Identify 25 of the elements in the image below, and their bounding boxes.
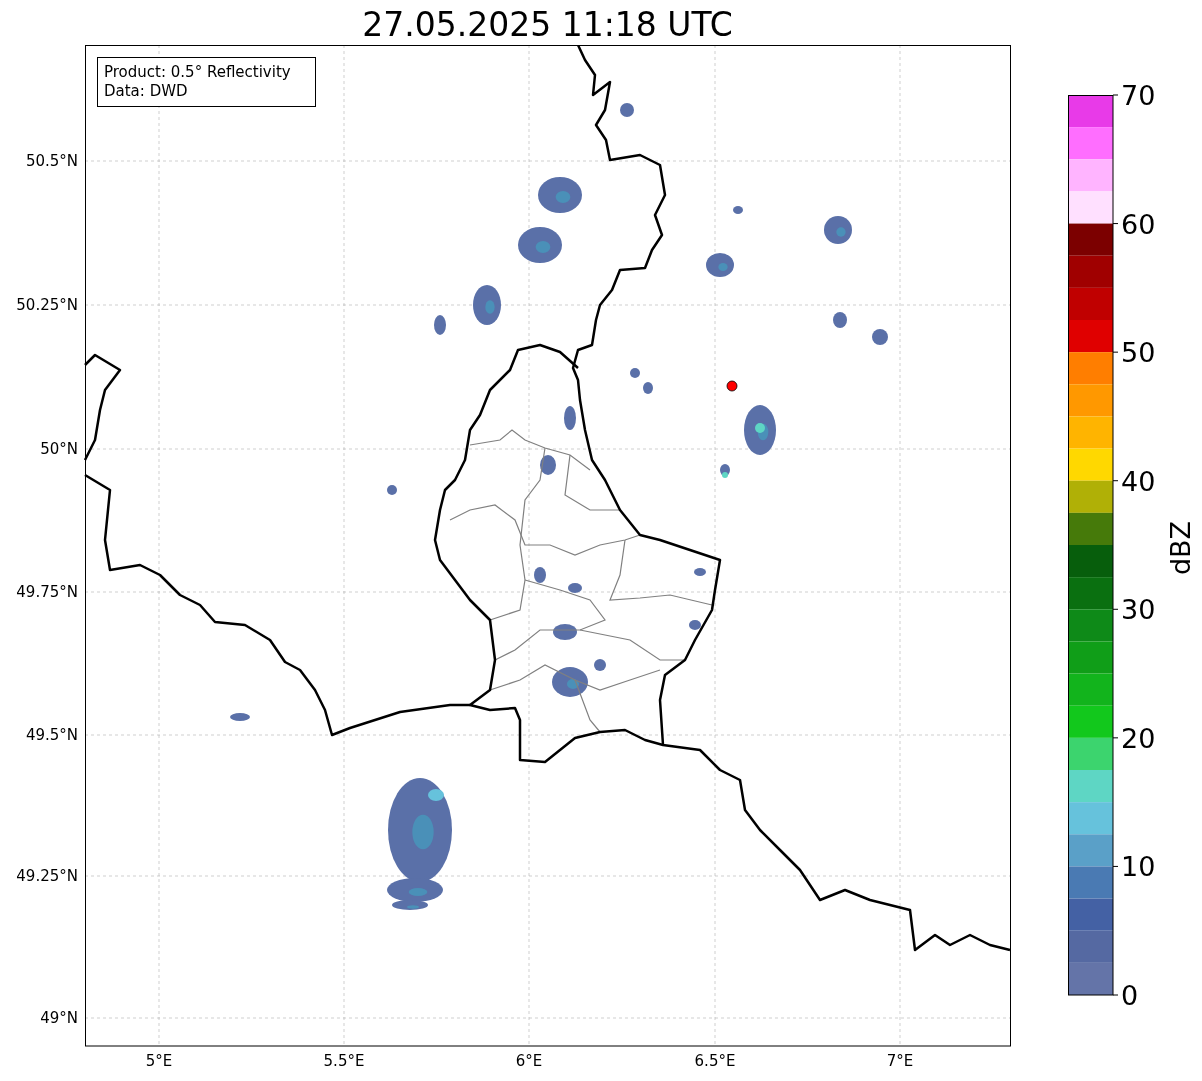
colorbar-label: dBZ [1165,520,1196,576]
latitude-label: 49.5°N [25,726,78,744]
info-text: Data: DWD [104,82,188,100]
colorbar-tick-label: 40 [1121,465,1156,497]
longitude-label: 6°E [515,1052,543,1070]
colorbar-tick-label: 60 [1121,208,1156,240]
latitude-label: 50.25°N [16,296,78,314]
colorbar-tick-label: 0 [1121,980,1139,1011]
colorbar-tick-label: 30 [1121,594,1156,626]
colorbar-tick-label: 50 [1121,337,1156,369]
longitude-label: 5.5°E [323,1052,365,1070]
latitude-label: 49.75°N [16,583,78,601]
info-text: Product: 0.5° Reflectivity [104,63,291,81]
longitude-label: 6.5°E [694,1052,736,1070]
latitude-label: 49°N [40,1009,78,1027]
radar-site-marker [726,380,738,392]
latitude-label: 50°N [40,440,78,458]
plot-title: 27.05.2025 11:18 UTC [362,4,733,45]
colorbar-tick-label: 10 [1121,851,1156,883]
colorbar-tick-label: 70 [1121,80,1156,111]
longitude-label: 7°E [886,1052,914,1070]
latitude-label: 50.5°N [25,152,78,170]
latitude-label: 49.25°N [16,867,78,885]
longitude-label: 5°E [145,1052,173,1070]
colorbar-tick-label: 20 [1121,722,1156,754]
